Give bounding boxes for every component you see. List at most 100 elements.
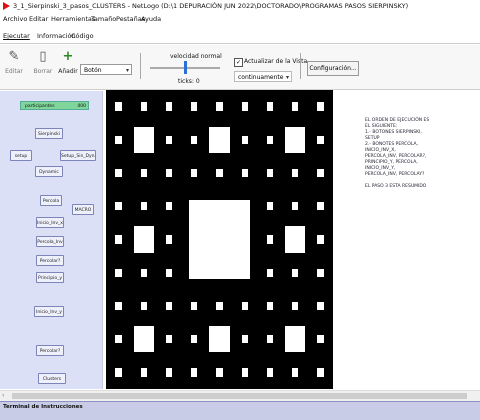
carpet-hole — [216, 334, 223, 344]
carpet-hole — [266, 168, 274, 178]
percolar-button[interactable]: Percolar? — [36, 255, 64, 266]
menu-herramientas[interactable]: Herramientas — [51, 13, 95, 25]
chevron-down-icon: ▾ — [125, 67, 129, 74]
carpet-hole — [241, 334, 248, 344]
carpet-hole — [165, 135, 173, 145]
carpet-hole — [241, 368, 248, 377]
carpet-hole — [140, 368, 147, 377]
scroll-left-icon[interactable]: ‹ — [2, 391, 4, 401]
world-view[interactable] — [106, 90, 333, 389]
menu-archivo[interactable]: Archivo — [3, 13, 27, 25]
carpet-hole — [291, 202, 299, 211]
principio-y-button[interactable]: Principio_y — [36, 272, 64, 283]
notes-text: EL ORDEN DE EJECUCIÓN ES EL SIGUIENTE: 1.-… — [365, 118, 475, 190]
carpet-hole — [317, 168, 324, 178]
menu-ayuda[interactable]: Ayuda — [141, 13, 161, 25]
carpet-hole — [115, 135, 122, 145]
carpet-hole — [165, 268, 173, 277]
inicio-inv-y-button[interactable]: Inicio_Inv_y — [34, 306, 64, 317]
carpet-hole — [140, 102, 147, 111]
carpet-hole — [241, 202, 248, 211]
carpet-hole — [191, 301, 198, 311]
setup-button[interactable]: setup — [10, 150, 32, 161]
tab-informacion[interactable]: Información — [37, 29, 76, 43]
add-icon: + — [62, 49, 74, 64]
toolbar-divider — [300, 53, 301, 79]
carpet-hole — [191, 168, 198, 178]
command-center-label: Terminal de Instrucciones — [3, 404, 83, 410]
carpet-hole — [317, 368, 324, 377]
carpet-hole — [216, 135, 223, 145]
carpet-hole — [165, 102, 173, 111]
percola-inv-button[interactable]: Percola_Inv — [36, 236, 64, 247]
carpet-hole — [115, 301, 122, 311]
carpet-hole — [317, 268, 324, 277]
speed-label: velocidad normal — [170, 53, 222, 60]
clusters-button[interactable]: Clusters — [38, 373, 66, 384]
carpet-hole — [216, 202, 223, 211]
carpet-hole — [115, 168, 122, 178]
carpet-hole — [140, 168, 147, 178]
carpet-hole — [266, 102, 274, 111]
tab-codigo[interactable]: Código — [71, 29, 94, 43]
carpet-hole — [165, 334, 173, 344]
carpet-hole — [115, 334, 122, 344]
widget-type-select[interactable]: Botón ▾ — [80, 64, 132, 75]
carpet-hole — [317, 301, 324, 311]
carpet-hole — [140, 235, 147, 244]
carpet-hole — [291, 301, 299, 311]
carpet-hole — [191, 235, 198, 244]
settings-button[interactable]: Configuración... — [307, 61, 359, 76]
carpet-hole — [140, 301, 147, 311]
view-update-select[interactable]: continuamente ▾ — [234, 71, 292, 82]
carpet-hole — [140, 268, 147, 277]
toolbar: ✎ Editar ▯ Borrar + Añadir Botón ▾ veloc… — [0, 45, 480, 90]
carpet-hole — [165, 202, 173, 211]
tab-ejecutar[interactable]: Ejecutar — [3, 29, 30, 43]
carpet-hole — [216, 268, 223, 277]
carpet-hole — [291, 135, 299, 145]
carpet-hole — [140, 135, 147, 145]
checkbox-icon[interactable]: ✓ — [234, 58, 243, 67]
carpet-hole — [291, 168, 299, 178]
percola-button[interactable]: Percola — [40, 195, 62, 206]
view-update-label: Actualizar de la Vista... — [244, 58, 313, 65]
ticks-label: ticks: 0 — [178, 78, 200, 85]
carpet-hole — [241, 135, 248, 145]
scrollbar-thumb[interactable] — [12, 393, 467, 399]
horizontal-scrollbar[interactable]: ‹ — [0, 390, 480, 401]
carpet-hole — [291, 268, 299, 277]
carpet-hole — [291, 368, 299, 377]
carpet-hole — [216, 168, 223, 178]
delete-button[interactable]: ▯ Borrar — [33, 47, 53, 83]
add-button[interactable]: + Añadir — [58, 47, 78, 83]
carpet-hole — [191, 102, 198, 111]
command-center-bar[interactable]: Terminal de Instrucciones — [0, 401, 480, 420]
carpet-hole — [115, 202, 122, 211]
carpet-hole — [165, 168, 173, 178]
setup-sin-dyna-button[interactable]: Setup_Sin_Dyna — [60, 150, 96, 161]
carpet-hole — [291, 334, 299, 344]
menu-tamano[interactable]: Tamaño — [91, 13, 116, 25]
speed-slider-handle[interactable] — [184, 61, 187, 74]
carpet-hole — [216, 301, 223, 311]
percolar-y-button[interactable]: Percolar? — [36, 345, 64, 356]
carpet-hole — [266, 202, 274, 211]
toolbar-divider — [140, 53, 141, 79]
menu-editar[interactable]: Editar — [29, 13, 48, 25]
carpet-hole — [165, 368, 173, 377]
carpet-hole — [216, 235, 223, 244]
netlogo-logo-icon — [3, 2, 10, 10]
carpet-hole — [317, 135, 324, 145]
chevron-down-icon: ▾ — [285, 74, 289, 81]
dynamic-button[interactable]: Dynamic — [35, 166, 63, 177]
carpet-hole — [317, 334, 324, 344]
carpet-hole — [241, 301, 248, 311]
edit-button[interactable]: ✎ Editar — [4, 47, 24, 83]
tab-bar: Ejecutar Información Código — [0, 29, 480, 44]
sierpinski-button[interactable]: Sierpinski — [35, 128, 63, 139]
carpet-hole — [291, 102, 299, 111]
macro-button[interactable]: MACRO — [72, 204, 94, 215]
inicio-inv-x-button[interactable]: Inicio_Inv_x — [36, 217, 64, 228]
carpet-hole — [191, 135, 198, 145]
